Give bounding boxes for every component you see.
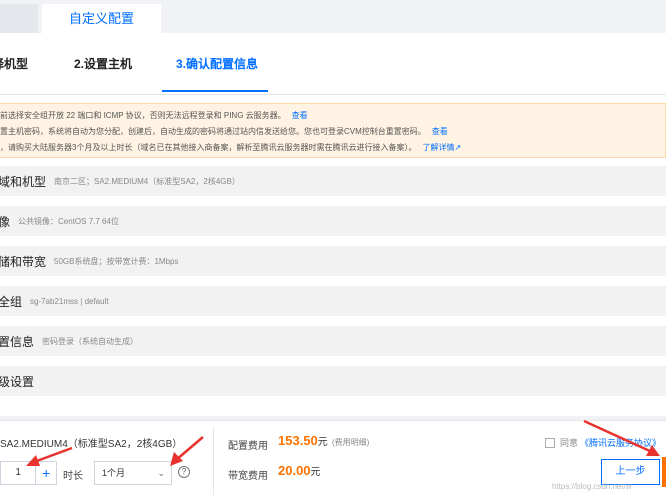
step-confirm-config[interactable]: 3.确认配置信息: [176, 55, 258, 72]
row-title: 置信息: [0, 334, 35, 349]
row-detail: sg-7ab21mss | default: [30, 296, 109, 306]
notice-view-link[interactable]: 查看: [432, 127, 448, 136]
footer-divider: [213, 427, 214, 495]
buy-now-button[interactable]: [662, 457, 666, 487]
notice-line-password: 置主机密码，系统将自动为您分配，创建后，自动生成的密码将通过站内信发送给您。您也…: [0, 124, 665, 140]
external-link-icon: ↗: [454, 143, 462, 152]
agreement: 同意 《腾讯云服务协议》: [545, 436, 661, 449]
row-title: 全组: [0, 294, 23, 309]
summary-row-image[interactable]: 像 公共镜像：CentOS 7.7 64位: [0, 206, 666, 236]
notice-text: 置主机密码，系统将自动为您分配，创建后，自动生成的密码将通过站内信发送给您。您也…: [0, 127, 426, 136]
row-title: 像: [0, 214, 11, 229]
top-tab-bar: 自定义配置: [0, 0, 666, 33]
summary-row-storage-bandwidth[interactable]: 储和带宽 50GB系统盘；按带宽计费：1Mbps: [0, 246, 666, 276]
duration-select[interactable]: 1个月 ⌄: [94, 461, 172, 485]
bandwidth-fee-amount: 20.00元: [278, 463, 321, 478]
duration-value: 1个月: [102, 468, 126, 478]
tab-quick-config[interactable]: [0, 4, 38, 33]
row-title: 储和带宽: [0, 254, 47, 269]
notice-line-filing: ，请购买大陆服务器3个月及以上时长（域名已在其他接入商备案，解析至腾讯云服务器时…: [0, 140, 665, 156]
learn-more-label: 了解详情: [422, 143, 455, 152]
step-configure-host[interactable]: 2.设置主机: [74, 55, 132, 72]
row-title: 域和机型: [0, 174, 47, 189]
config-fee-label: 配置费用: [228, 441, 268, 452]
summary-row-security-group[interactable]: 全组 sg-7ab21mss | default: [0, 286, 666, 316]
agree-text: 同意: [560, 438, 579, 448]
currency-unit: 元: [310, 467, 321, 478]
bandwidth-fee-label: 带宽费用: [228, 471, 268, 482]
summary-row-advanced[interactable]: 级设置: [0, 366, 666, 396]
notice-banner: 前选择安全组开放 22 端口和 ICMP 协议，否则无法远程登录和 PING 云…: [0, 103, 666, 158]
notice-text: ，请购买大陆服务器3个月及以上时长（域名已在其他接入商备案，解析至腾讯云服务器时…: [0, 143, 417, 152]
duration-label: 时长: [63, 471, 83, 482]
config-fee-value: 153.50: [278, 433, 318, 448]
row-detail: 50GB系统盘；按带宽计费：1Mbps: [54, 256, 179, 266]
bandwidth-fee-value: 20.00: [278, 463, 311, 478]
row-title: 级设置: [0, 374, 35, 389]
summary-row-region-model[interactable]: 域和机型 南京二区；SA2.MEDIUM4（标准型SA2，2核4GB）: [0, 166, 666, 196]
row-detail: 密码登录（系统自动生成）: [42, 336, 139, 346]
step-navigation: 择机型 2.设置主机 3.确认配置信息: [0, 33, 666, 95]
summary-row-login-info[interactable]: 置信息 密码登录（系统自动生成）: [0, 326, 666, 356]
main-panel: 择机型 2.设置主机 3.确认配置信息 前选择安全组开放 22 端口和 ICMP…: [0, 33, 666, 416]
config-fee-amount: 153.50元: [278, 433, 328, 448]
step-select-model[interactable]: 择机型: [0, 55, 28, 72]
row-detail: 南京二区；SA2.MEDIUM4（标准型SA2，2核4GB）: [54, 176, 240, 186]
watermark: https://blog.csdn.net/w: [552, 482, 632, 491]
config-summary: 域和机型 南京二区；SA2.MEDIUM4（标准型SA2，2核4GB） 像 公共…: [0, 166, 666, 406]
fee-detail-link[interactable]: (费用明细): [332, 437, 369, 448]
notice-text: 前选择安全组开放 22 端口和 ICMP 协议，否则无法远程登录和 PING 云…: [0, 111, 286, 120]
service-agreement-link[interactable]: 《腾讯云服务协议》: [580, 436, 661, 449]
selected-instance-type: SA2.MEDIUM4（标准型SA2，2核4GB）: [0, 439, 183, 450]
quantity-stepper[interactable]: 1 +: [0, 461, 57, 485]
notice-view-link[interactable]: 查看: [292, 111, 308, 120]
tab-custom-config[interactable]: 自定义配置: [42, 4, 161, 33]
notice-line-security-group: 前选择安全组开放 22 端口和 ICMP 协议，否则无法远程登录和 PING 云…: [0, 108, 665, 124]
help-icon[interactable]: ?: [178, 466, 190, 478]
notice-learn-more-link[interactable]: 了解详情↗: [422, 143, 461, 152]
active-step-underline: [162, 90, 268, 92]
plus-icon[interactable]: +: [36, 462, 56, 484]
quantity-input[interactable]: 1: [1, 462, 37, 484]
chevron-down-icon: ⌄: [157, 468, 165, 478]
currency-unit: 元: [317, 437, 328, 448]
agree-checkbox[interactable]: [545, 437, 555, 448]
row-detail: 公共镜像：CentOS 7.7 64位: [18, 216, 119, 226]
